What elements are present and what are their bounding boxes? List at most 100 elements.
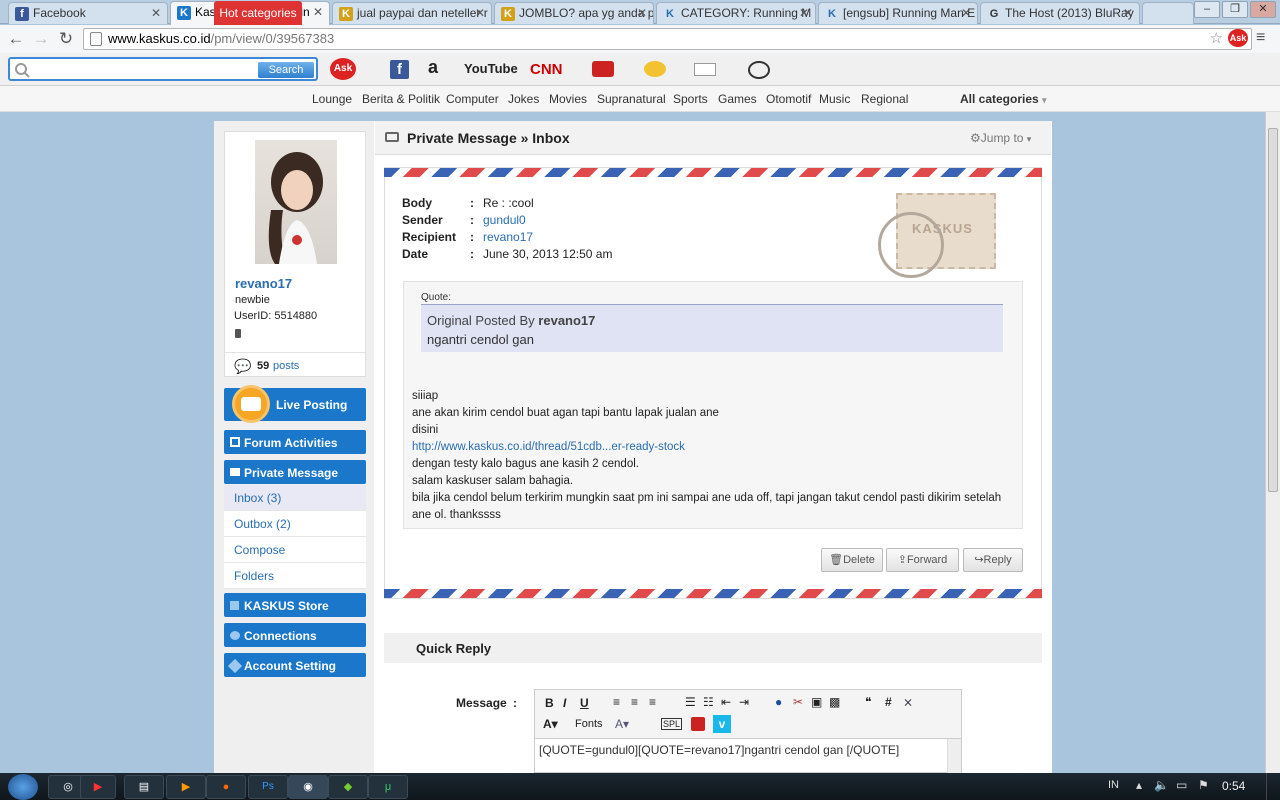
tray-arrow-icon[interactable]: ▴ [1136, 778, 1142, 792]
tab-category-running[interactable]: K CATEGORY: Running M ✕ [656, 2, 816, 24]
category-otomotif[interactable]: Otomotif [766, 92, 811, 106]
reply-button[interactable]: ↪Reply [963, 548, 1023, 572]
start-button[interactable] [8, 774, 38, 800]
facebook-icon[interactable]: f [390, 60, 409, 79]
connections-button[interactable]: Connections [224, 623, 366, 647]
underline-icon[interactable]: U [580, 696, 589, 710]
taskbar-photoshop-icon[interactable]: Ps [248, 775, 288, 799]
tab-jomblo[interactable]: K JOMBLO? apa yg anda p ✕ [494, 2, 654, 24]
quote-author[interactable]: revano17 [538, 313, 595, 328]
category-games[interactable]: Games [718, 92, 757, 106]
maximize-icon[interactable]: ❐ [1222, 1, 1248, 18]
close-tab-icon[interactable]: ✕ [799, 6, 809, 20]
category-computer[interactable]: Computer [446, 92, 499, 106]
category-berita-politik[interactable]: Berita & Politik [362, 92, 440, 106]
jump-to-dropdown[interactable]: ⚙Jump to ▾ [970, 131, 1031, 145]
indent-icon[interactable]: ⇥ [739, 695, 749, 709]
clock[interactable]: 0:54 [1222, 779, 1245, 793]
show-desktop-button[interactable] [1266, 773, 1280, 800]
new-tab-button[interactable] [1142, 2, 1194, 24]
category-music[interactable]: Music [819, 92, 850, 106]
reload-icon[interactable]: ↻ [56, 29, 76, 49]
taskbar-utorrent-icon[interactable]: μ [368, 775, 408, 799]
taskbar-firefox-icon[interactable]: ● [206, 775, 246, 799]
textarea-scrollbar[interactable] [947, 739, 961, 773]
category-lounge[interactable]: Lounge [312, 92, 352, 106]
hot-categories-tab[interactable]: Hot categories [214, 1, 302, 25]
url-input[interactable]: www.kaskus.co.id/pm/view/0/39567383 ☆ [83, 28, 1252, 50]
outdent-icon[interactable]: ⇤ [721, 695, 731, 709]
minimize-icon[interactable]: – [1194, 1, 1220, 18]
fonts-dropdown[interactable]: Fonts [575, 718, 603, 730]
thread-link[interactable]: http://www.kaskus.co.id/thread/51cdb...e… [412, 439, 1001, 456]
close-tab-icon[interactable]: ✕ [637, 6, 647, 20]
hash-icon[interactable]: # [885, 695, 892, 709]
volume-icon[interactable]: 🔈 [1154, 778, 1169, 792]
games-dice-icon[interactable] [592, 61, 614, 77]
kaskus-store-button[interactable]: KASKUS Store [224, 593, 366, 617]
taskbar-chrome-icon[interactable]: ◉ [288, 775, 328, 799]
category-supranatural[interactable]: Supranatural [597, 92, 666, 106]
profile-username[interactable]: revano17 [235, 276, 292, 291]
amazon-icon[interactable]: a [428, 57, 438, 78]
picture-icon[interactable]: ▩ [829, 695, 840, 709]
taskbar-youtube-icon[interactable]: ▶ [80, 775, 116, 799]
live-posting-button[interactable]: Live Posting [224, 385, 366, 423]
italic-icon[interactable]: I [563, 696, 566, 710]
align-center-icon[interactable]: ≡ [631, 695, 638, 709]
weather-icon[interactable] [644, 61, 666, 77]
unlink-icon[interactable]: ✂ [793, 695, 803, 709]
youtube-embed-icon[interactable] [691, 717, 705, 731]
ask-extension-icon[interactable]: Ask [1228, 29, 1248, 47]
link-globe-icon[interactable]: ● [775, 695, 782, 709]
recipient-link[interactable]: revano17 [483, 230, 533, 244]
network-icon[interactable]: ▭ [1176, 778, 1187, 792]
close-tab-icon[interactable]: ✕ [961, 6, 971, 20]
taskbar-app-icon[interactable]: ◆ [328, 775, 368, 799]
bold-icon[interactable]: B [545, 696, 554, 710]
tab-engsub-running[interactable]: K [engsub] Running Man E ✕ [818, 2, 978, 24]
close-tab-icon[interactable]: ✕ [475, 6, 485, 20]
cnn-icon[interactable]: CNN [530, 61, 563, 78]
forward-icon[interactable]: → [31, 29, 51, 49]
close-tab-icon[interactable]: ✕ [313, 5, 323, 19]
taskbar-media-player-icon[interactable]: ▶ [166, 775, 206, 799]
align-right-icon[interactable]: ≡ [649, 695, 656, 709]
bookmark-star-icon[interactable]: ☆ [1210, 29, 1223, 47]
pm-inbox-link[interactable]: Inbox (3) [224, 485, 366, 511]
category-sports[interactable]: Sports [673, 92, 708, 106]
close-window-icon[interactable]: ✕ [1250, 1, 1276, 18]
tab-the-host[interactable]: G The Host (2013) BluRay ✕ [980, 2, 1140, 24]
clear-format-icon[interactable]: ⨯ [903, 695, 913, 709]
back-icon[interactable]: ← [6, 29, 26, 49]
toolbar-search-input[interactable]: Search [8, 57, 318, 81]
search-button[interactable]: Search [258, 62, 314, 78]
pm-outbox-link[interactable]: Outbox (2) [224, 511, 366, 537]
font-size-icon[interactable]: A▾ [615, 717, 629, 731]
insert-image-icon[interactable]: ▣ [811, 695, 822, 709]
page-scrollbar[interactable] [1265, 112, 1280, 773]
forum-activities-button[interactable]: Forum Activities [224, 430, 366, 454]
spoiler-icon[interactable]: SPL [661, 718, 683, 730]
posts-link[interactable]: posts [273, 360, 299, 372]
close-tab-icon[interactable]: ✕ [151, 6, 161, 20]
sound-icon[interactable] [748, 61, 770, 79]
font-color-icon[interactable]: A▾ [543, 717, 558, 731]
all-categories-dropdown[interactable]: All categories ▾ [960, 92, 1047, 106]
ask-logo-icon[interactable]: Ask [330, 58, 356, 80]
taskbar-explorer-icon[interactable]: ▤ [124, 775, 164, 799]
message-textarea[interactable]: [QUOTE=gundul0][QUOTE=revano17]ngantri c… [535, 738, 961, 773]
forward-button[interactable]: ⇪Forward [886, 548, 959, 572]
category-jokes[interactable]: Jokes [508, 92, 539, 106]
language-indicator[interactable]: IN [1108, 779, 1119, 791]
delete-button[interactable]: 🗑Delete [821, 548, 883, 572]
category-movies[interactable]: Movies [549, 92, 587, 106]
avatar[interactable] [255, 140, 337, 264]
pm-folders-link[interactable]: Folders [224, 563, 366, 589]
private-message-button[interactable]: Private Message [224, 460, 366, 484]
youtube-icon[interactable]: YouTube [464, 61, 518, 76]
bullet-list-icon[interactable]: ☰ [685, 695, 696, 709]
mail-icon[interactable] [694, 63, 716, 76]
tab-jual-paypal[interactable]: Kjual paypai dan neteller r ✕ [332, 2, 492, 24]
quote-icon[interactable]: ❝ [865, 695, 871, 709]
